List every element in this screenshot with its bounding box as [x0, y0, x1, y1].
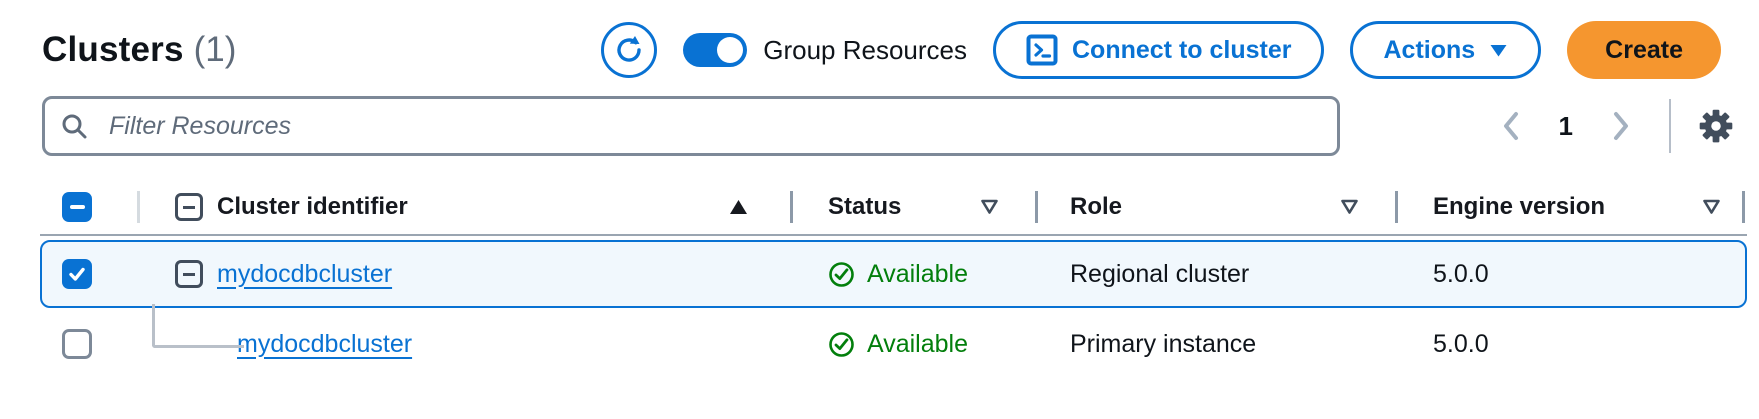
engine-version-cell: 5.0.0	[1395, 312, 1745, 376]
row-checkbox-unchecked[interactable]	[62, 329, 92, 359]
status-text: Available	[867, 330, 968, 359]
preferences-button[interactable]	[1691, 100, 1741, 152]
row-checkbox-checked[interactable]	[62, 259, 92, 289]
status-cell: Available	[790, 312, 1035, 376]
connect-to-cluster-label: Connect to cluster	[1072, 36, 1291, 65]
row-select-cell	[42, 242, 137, 306]
column-header-engine-version[interactable]: Engine version	[1395, 180, 1745, 234]
refresh-button[interactable]	[601, 22, 657, 78]
cluster-link[interactable]: mydocdbcluster	[217, 260, 392, 289]
filter-input[interactable]	[42, 96, 1340, 156]
filter-field	[42, 96, 1340, 156]
group-resources-toggle[interactable]	[683, 33, 747, 67]
table-header-row: Cluster identifier Status Role Engine ve…	[40, 180, 1747, 236]
instance-link[interactable]: mydocdbcluster	[237, 330, 412, 359]
column-header-role[interactable]: Role	[1035, 180, 1395, 234]
filter-bar: 1	[0, 92, 1759, 156]
status-cell: Available	[790, 242, 1035, 306]
gear-icon	[1698, 108, 1734, 144]
check-circle-icon	[828, 261, 855, 288]
group-resources-control: Group Resources	[683, 33, 967, 67]
clusters-table: Cluster identifier Status Role Engine ve…	[0, 180, 1759, 378]
cluster-count: (1)	[194, 30, 237, 70]
sortable-down-icon[interactable]	[1702, 199, 1721, 215]
create-button[interactable]: Create	[1567, 21, 1721, 79]
pagination-divider	[1669, 99, 1671, 153]
status-badge: Available	[828, 330, 968, 359]
page-header: Clusters (1) Group Resources	[0, 0, 1759, 92]
toggle-knob	[717, 37, 743, 63]
engine-version-text: 5.0.0	[1433, 260, 1489, 289]
header-cell-select	[42, 180, 137, 234]
caret-down-icon	[1489, 43, 1508, 58]
actions-button[interactable]: Actions	[1350, 21, 1541, 79]
row-select-cell	[42, 312, 137, 376]
chevron-left-icon	[1500, 109, 1522, 143]
pagination-previous-button[interactable]	[1489, 100, 1533, 152]
collapse-minus-icon	[183, 273, 195, 276]
collapse-row-icon[interactable]	[175, 260, 203, 288]
pagination-next-button[interactable]	[1599, 100, 1643, 152]
indeterminate-checkbox-icon	[70, 205, 85, 209]
collapse-all-icon[interactable]	[175, 193, 203, 221]
connect-to-cluster-button[interactable]: Connect to cluster	[993, 21, 1324, 79]
column-label: Status	[828, 193, 901, 221]
table-row-cluster[interactable]: mydocdbcluster Available Regional cluste…	[40, 240, 1747, 308]
pagination-current-page: 1	[1559, 111, 1573, 142]
role-text: Primary instance	[1070, 330, 1256, 359]
header-cell-expand	[137, 180, 217, 234]
engine-version-text: 5.0.0	[1433, 330, 1489, 359]
create-label: Create	[1605, 36, 1683, 64]
status-badge: Available	[828, 260, 968, 289]
role-text: Regional cluster	[1070, 260, 1249, 289]
role-cell: Regional cluster	[1035, 242, 1395, 306]
row-expand-cell	[137, 242, 217, 306]
pagination: 1	[1489, 99, 1741, 153]
refresh-icon	[614, 35, 644, 65]
actions-label: Actions	[1383, 36, 1475, 65]
collapse-minus-icon	[183, 206, 195, 209]
status-text: Available	[867, 260, 968, 289]
column-label: Role	[1070, 193, 1122, 221]
role-cell: Primary instance	[1035, 312, 1395, 376]
sortable-down-icon[interactable]	[1340, 199, 1359, 215]
chevron-right-icon	[1610, 109, 1632, 143]
column-label: Cluster identifier	[217, 193, 408, 221]
terminal-icon	[1026, 34, 1058, 66]
column-header-cluster-identifier[interactable]: Cluster identifier	[217, 180, 790, 234]
check-circle-icon	[828, 331, 855, 358]
sort-ascending-icon[interactable]	[729, 199, 748, 215]
instance-identifier-cell: mydocdbcluster	[217, 312, 790, 376]
row-expand-cell	[137, 312, 217, 376]
group-resources-label: Group Resources	[763, 35, 967, 66]
column-label: Engine version	[1433, 193, 1605, 221]
page-title: Clusters	[42, 30, 184, 70]
select-all-checkbox[interactable]	[62, 192, 92, 222]
cluster-identifier-cell: mydocdbcluster	[217, 242, 790, 306]
engine-version-cell: 5.0.0	[1395, 242, 1745, 306]
header-actions: Group Resources Connect to cluster Actio…	[601, 21, 1721, 79]
table-row-instance[interactable]: mydocdbcluster Available Primary instanc…	[40, 310, 1747, 378]
sortable-down-icon[interactable]	[980, 199, 999, 215]
clusters-page: Clusters (1) Group Resources	[0, 0, 1759, 419]
column-header-status[interactable]: Status	[790, 180, 1035, 234]
